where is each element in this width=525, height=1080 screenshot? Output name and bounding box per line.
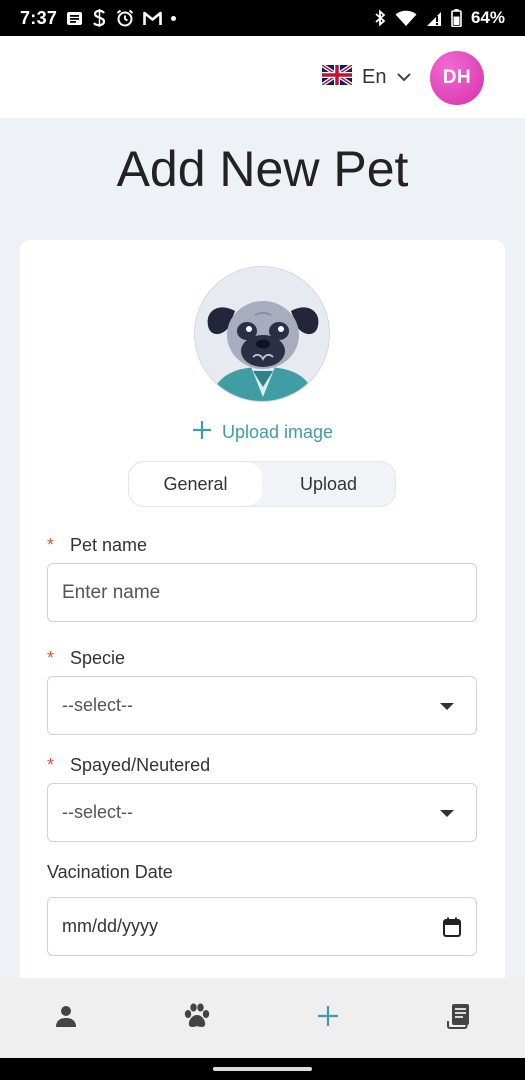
home-indicator[interactable]: [213, 1067, 312, 1071]
dot-icon: [171, 15, 177, 21]
spayed-label-text: Spayed/Neutered: [70, 755, 211, 775]
gesture-bar: [0, 1058, 525, 1080]
vaccination-date-input[interactable]: mm/dd/yyyy: [47, 897, 477, 956]
records-icon: [446, 1003, 472, 1034]
wifi-icon: [395, 10, 417, 27]
nav-add-pet[interactable]: [263, 978, 394, 1058]
spayed-selected-value: --select--: [62, 802, 133, 822]
nav-records[interactable]: [394, 978, 525, 1058]
required-marker: *: [47, 755, 55, 775]
specie-select[interactable]: --select--: [47, 676, 477, 735]
upload-image-button[interactable]: Upload image: [192, 420, 333, 445]
chevron-down-icon: [396, 69, 412, 87]
signal-icon: [426, 10, 442, 27]
calendar-icon[interactable]: [443, 917, 461, 942]
battery-percent: 64%: [470, 8, 505, 27]
vaccination-label: Vacination Date: [47, 862, 173, 882]
tab-upload[interactable]: Upload: [262, 462, 395, 506]
gmail-icon: [143, 11, 163, 26]
paw-icon: [183, 1003, 211, 1034]
news-icon: [66, 10, 83, 27]
pet-name-label-text: Pet name: [70, 535, 148, 555]
pet-avatar-image[interactable]: [194, 266, 330, 402]
dropdown-caret-icon: [440, 703, 454, 710]
s-app-icon: [92, 9, 107, 27]
language-code: En: [362, 66, 387, 88]
pet-name-input[interactable]: [48, 564, 476, 621]
language-selector[interactable]: En: [320, 63, 412, 90]
specie-label-text: Specie: [70, 648, 126, 668]
tab-general[interactable]: General: [129, 462, 262, 506]
app-header: En DH: [0, 36, 525, 118]
required-marker: *: [47, 535, 55, 555]
dropdown-caret-icon: [440, 810, 454, 817]
bottom-navigation: [0, 978, 525, 1058]
specie-label: * Specie: [47, 648, 125, 669]
status-bar: 7:37 64%: [0, 0, 525, 36]
form-tabs: General Upload: [128, 461, 396, 507]
person-icon: [54, 1004, 78, 1033]
pug-illustration-icon: [195, 267, 329, 401]
status-left: 7:37: [20, 7, 177, 29]
pet-name-field: [47, 563, 477, 622]
page-title: Add New Pet: [116, 141, 409, 197]
battery-icon: [451, 9, 462, 27]
date-placeholder: mm/dd/yyyy: [62, 916, 159, 936]
upload-image-label: Upload image: [222, 422, 334, 442]
uk-flag-icon: [320, 63, 354, 90]
spayed-select[interactable]: --select--: [47, 783, 477, 842]
nav-pets[interactable]: [131, 978, 262, 1058]
plus-icon: [317, 1005, 339, 1032]
user-avatar[interactable]: DH: [430, 51, 484, 105]
plus-icon: [192, 420, 212, 445]
spayed-label: * Spayed/Neutered: [47, 755, 210, 776]
nav-profile[interactable]: [0, 978, 131, 1058]
required-marker: *: [47, 648, 55, 668]
add-pet-card: Upload image General Upload * Pet name * S…: [20, 240, 505, 1000]
alarm-icon: [116, 9, 134, 27]
status-time: 7:37: [20, 7, 58, 28]
status-right: 64%: [374, 8, 505, 28]
bluetooth-icon: [374, 9, 386, 27]
specie-selected-value: --select--: [62, 695, 133, 715]
pet-name-label: * Pet name: [47, 535, 147, 556]
